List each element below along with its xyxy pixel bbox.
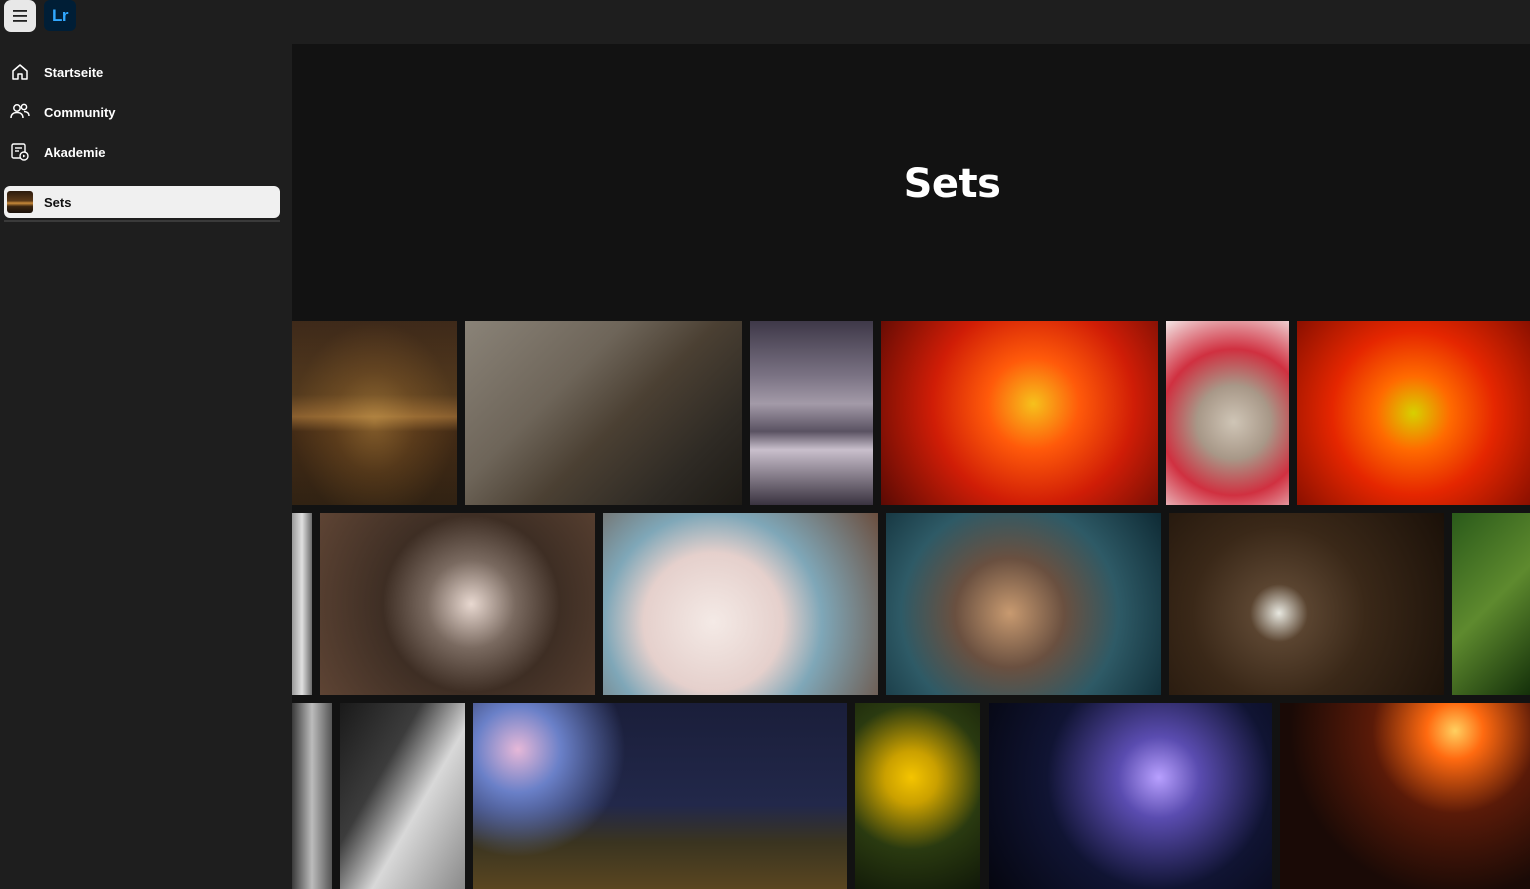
sidebar-item-label: Akademie [44,144,106,160]
photo-grid [292,321,1530,889]
swan-lake-photo[interactable] [750,321,873,505]
tamarin-monkey-photo[interactable] [320,513,595,695]
green-foliage-photo[interactable] [1452,513,1530,695]
sidebar-item-community[interactable]: Community [4,96,280,128]
plover-bird-photo[interactable] [465,321,742,505]
bridge-underside-photo[interactable] [340,703,465,889]
people-icon [4,96,36,128]
sidebar-divider [4,220,280,222]
hamburger-icon [13,10,27,22]
lightroom-logo[interactable]: Lr [44,0,76,31]
pelican-photo[interactable] [603,513,878,695]
fireworks-photo[interactable] [473,703,847,889]
yellow-flowers-photo[interactable] [855,703,980,889]
menu-button[interactable] [4,0,36,32]
lemur-photo[interactable] [886,513,1161,695]
black-white-structure-photo[interactable] [292,703,332,889]
hero-header: Sets [292,44,1530,321]
white-flower-photo[interactable] [1169,513,1444,695]
sidebar-item-label: Community [44,104,116,120]
set-thumbnail [7,191,33,213]
illuminated-city-photo[interactable] [989,703,1272,889]
sidebar-item-akademie[interactable]: Akademie [4,136,280,168]
sidebar-item-label: Sets [44,194,72,210]
night-city-river-photo[interactable] [292,321,457,505]
black-white-partial-photo[interactable] [292,513,312,695]
page-title: Sets [903,161,1001,207]
home-icon [4,56,36,88]
fire-show-photo[interactable] [1280,703,1530,889]
red-poppy-photo[interactable] [881,321,1158,505]
sidebar-item-startseite[interactable]: Startseite [4,56,280,88]
cherub-statue-photo[interactable] [1166,321,1289,505]
sidebar-item-sets[interactable]: Sets [4,186,280,218]
sidebar: Startseite Community Akademie Sets [0,44,292,889]
academy-icon [4,136,36,168]
poppy-closeup-photo[interactable] [1297,321,1530,505]
sidebar-item-label: Startseite [44,64,104,80]
top-bar: Lr [0,0,1530,44]
